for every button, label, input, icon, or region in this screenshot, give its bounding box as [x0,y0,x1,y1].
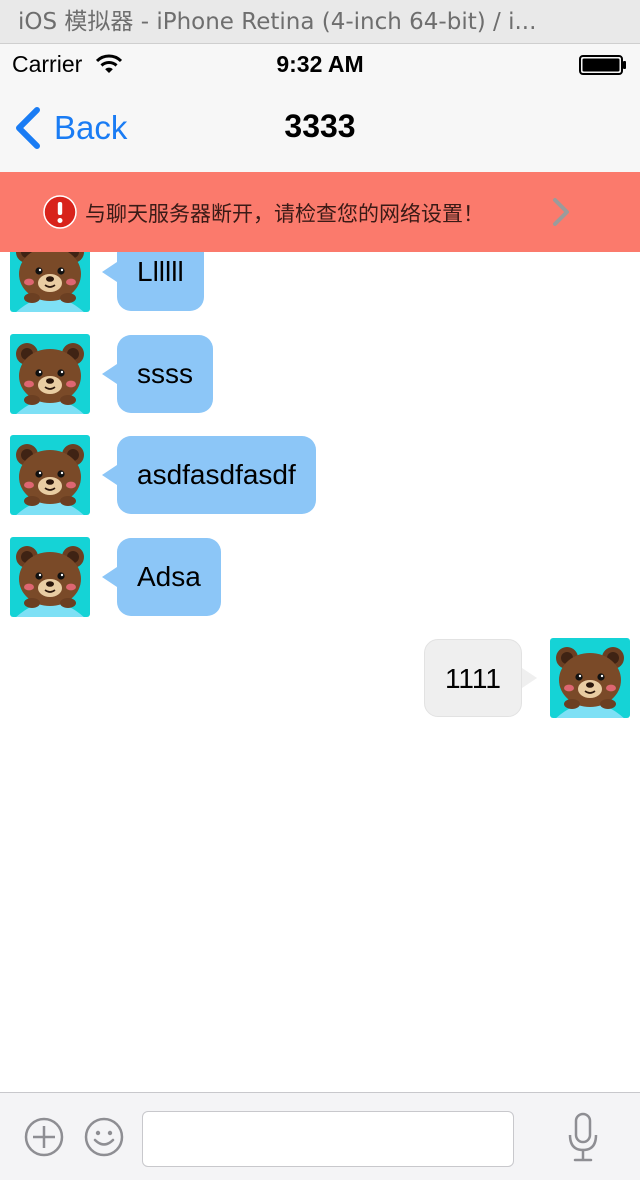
bear-avatar-icon [16,343,84,414]
navigation-bar: Back 3333 [0,84,640,172]
avatar[interactable] [10,435,90,515]
bear-avatar-icon [556,647,624,718]
incoming-message: ssss [0,334,640,414]
status-time: 9:32 AM [276,51,364,77]
alert-exclamation-icon [43,195,77,229]
chevron-right-icon [553,198,569,226]
incoming-message: Adsa [0,537,640,617]
emoji-icon[interactable] [84,1117,124,1157]
bubble-tail [102,262,117,282]
connection-alert-banner[interactable]: 与聊天服务器断开，请检查您的网络设置！ [0,172,640,252]
microphone-icon[interactable] [566,1111,600,1165]
avatar[interactable] [550,638,630,718]
bubble-tail [102,465,117,485]
bubble-tail [102,567,117,587]
simulator-window-title: iOS 模拟器 - iPhone Retina (4-inch 64-bit) … [0,0,640,44]
message-list[interactable]: Llllll ssss asdfasdfasdf Adsa 1111 [0,252,640,1092]
battery-icon [579,55,627,80]
outgoing-message: 1111 [0,638,640,718]
message-input[interactable] [142,1111,514,1167]
message-bubble[interactable]: Adsa [117,538,221,616]
bear-avatar-icon [16,444,84,515]
avatar[interactable] [10,334,90,414]
add-icon[interactable] [24,1117,64,1157]
bubble-tail [102,364,117,384]
bear-avatar-icon [16,546,84,617]
alert-message: 与聊天服务器断开，请检查您的网络设置！ [85,202,484,226]
incoming-message: Llllll [0,252,640,312]
message-bubble[interactable]: asdfasdfasdf [117,436,316,514]
avatar[interactable] [10,252,90,312]
bubble-tail [522,668,537,688]
chat-title: 3333 [284,108,356,144]
bear-avatar-icon [16,252,84,312]
message-bubble[interactable]: Llllll [117,252,204,311]
input-toolbar [0,1092,640,1180]
message-bubble[interactable]: 1111 [423,639,522,717]
incoming-message: asdfasdfasdf [0,435,640,515]
avatar[interactable] [10,537,90,617]
status-bar: Carrier 9:32 AM [0,44,640,84]
message-bubble[interactable]: ssss [117,335,213,413]
